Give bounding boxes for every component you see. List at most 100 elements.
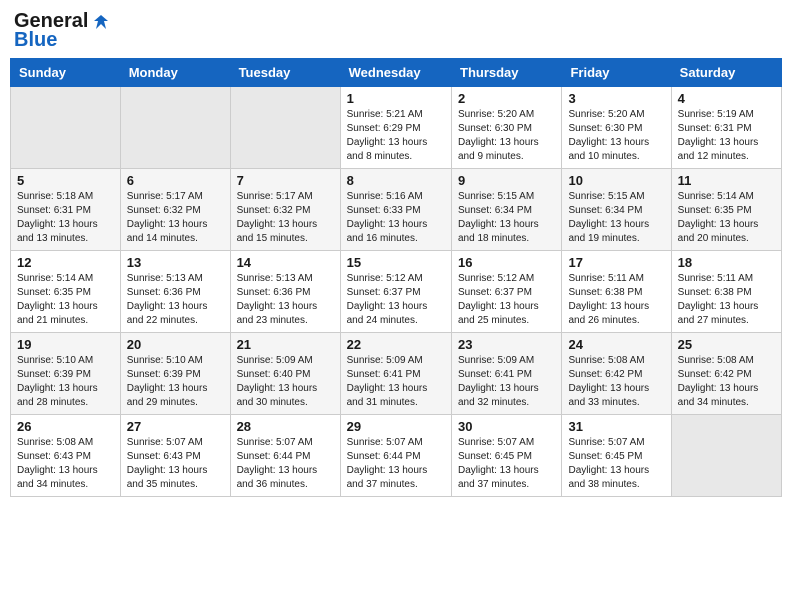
day-number: 15: [347, 255, 445, 270]
logo: General Blue: [14, 10, 112, 52]
day-info: Sunrise: 5:10 AM Sunset: 6:39 PM Dayligh…: [17, 354, 114, 410]
day-cell: 28Sunrise: 5:07 AM Sunset: 6:44 PM Dayli…: [230, 415, 340, 497]
page-header: General Blue: [10, 10, 782, 52]
day-info: Sunrise: 5:20 AM Sunset: 6:30 PM Dayligh…: [568, 108, 664, 164]
day-cell: 3 Sunrise: 5:20 AM Sunset: 6:30 PM Daylig…: [562, 87, 671, 169]
week-row-4: 19 Sunrise: 5:10 AM Sunset: 6:39 PM Dayli…: [11, 333, 782, 415]
day-info: Sunrise: 5:10 AM Sunset: 6:39 PM Dayligh…: [127, 354, 224, 410]
day-number: 24: [568, 337, 664, 352]
day-number: 18: [678, 255, 775, 270]
day-number: 1: [347, 91, 445, 106]
day-number: 16: [458, 255, 555, 270]
day-cell: 30 Sunrise: 5:07 AM Sunset: 6:45 PM Dayli…: [452, 415, 562, 497]
day-info: Sunrise: 5:08 AM Sunset: 6:42 PM Dayligh…: [568, 354, 664, 410]
day-info: Sunrise: 5:19 AM Sunset: 6:31 PM Dayligh…: [678, 108, 775, 164]
day-info: Sunrise: 5:07 AM Sunset: 6:44 PM Dayligh…: [237, 436, 334, 492]
day-number: 22: [347, 337, 445, 352]
day-cell: 20Sunrise: 5:10 AM Sunset: 6:39 PM Dayli…: [120, 333, 230, 415]
day-number: 19: [17, 337, 114, 352]
day-info: Sunrise: 5:15 AM Sunset: 6:34 PM Dayligh…: [568, 190, 664, 246]
header-day-sunday: Sunday: [11, 59, 121, 87]
day-info: Sunrise: 5:08 AM Sunset: 6:43 PM Dayligh…: [17, 436, 114, 492]
day-cell: 1 Sunrise: 5:21 AM Sunset: 6:29 PM Daylig…: [340, 87, 451, 169]
day-number: 27: [127, 419, 224, 434]
day-number: 3: [568, 91, 664, 106]
day-cell: 27 Sunrise: 5:07 AM Sunset: 6:43 PM Dayli…: [120, 415, 230, 497]
day-cell: 18 Sunrise: 5:11 AM Sunset: 6:38 PM Dayli…: [671, 251, 781, 333]
day-cell: 21 Sunrise: 5:09 AM Sunset: 6:40 PM Dayli…: [230, 333, 340, 415]
day-cell: 19 Sunrise: 5:10 AM Sunset: 6:39 PM Dayli…: [11, 333, 121, 415]
day-number: 6: [127, 173, 224, 188]
day-info: Sunrise: 5:07 AM Sunset: 6:43 PM Dayligh…: [127, 436, 224, 492]
day-info: Sunrise: 5:17 AM Sunset: 6:32 PM Dayligh…: [237, 190, 334, 246]
day-info: Sunrise: 5:07 AM Sunset: 6:45 PM Dayligh…: [458, 436, 555, 492]
header-day-friday: Friday: [562, 59, 671, 87]
header-day-wednesday: Wednesday: [340, 59, 451, 87]
day-cell: 12 Sunrise: 5:14 AM Sunset: 6:35 PM Dayli…: [11, 251, 121, 333]
day-number: 17: [568, 255, 664, 270]
day-cell: 11Sunrise: 5:14 AM Sunset: 6:35 PM Dayli…: [671, 169, 781, 251]
day-info: Sunrise: 5:08 AM Sunset: 6:42 PM Dayligh…: [678, 354, 775, 410]
day-info: Sunrise: 5:13 AM Sunset: 6:36 PM Dayligh…: [237, 272, 334, 328]
day-info: Sunrise: 5:14 AM Sunset: 6:35 PM Dayligh…: [17, 272, 114, 328]
day-cell: 10 Sunrise: 5:15 AM Sunset: 6:34 PM Dayli…: [562, 169, 671, 251]
day-info: Sunrise: 5:07 AM Sunset: 6:45 PM Dayligh…: [568, 436, 664, 492]
day-cell: 29Sunrise: 5:07 AM Sunset: 6:44 PM Dayli…: [340, 415, 451, 497]
day-cell: 16 Sunrise: 5:12 AM Sunset: 6:37 PM Dayli…: [452, 251, 562, 333]
day-number: 30: [458, 419, 555, 434]
day-info: Sunrise: 5:12 AM Sunset: 6:37 PM Dayligh…: [458, 272, 555, 328]
day-cell: 25Sunrise: 5:08 AM Sunset: 6:42 PM Dayli…: [671, 333, 781, 415]
logo-blue: Blue: [14, 29, 57, 52]
header-row: SundayMondayTuesdayWednesdayThursdayFrid…: [11, 59, 782, 87]
day-cell: [11, 87, 121, 169]
week-row-2: 5 Sunrise: 5:18 AM Sunset: 6:31 PM Daylig…: [11, 169, 782, 251]
day-number: 23: [458, 337, 555, 352]
day-number: 13: [127, 255, 224, 270]
day-cell: 14 Sunrise: 5:13 AM Sunset: 6:36 PM Dayli…: [230, 251, 340, 333]
day-info: Sunrise: 5:21 AM Sunset: 6:29 PM Dayligh…: [347, 108, 445, 164]
day-info: Sunrise: 5:15 AM Sunset: 6:34 PM Dayligh…: [458, 190, 555, 246]
logo-bird-icon: [90, 11, 112, 33]
day-number: 7: [237, 173, 334, 188]
day-number: 21: [237, 337, 334, 352]
day-info: Sunrise: 5:11 AM Sunset: 6:38 PM Dayligh…: [678, 272, 775, 328]
day-cell: 13 Sunrise: 5:13 AM Sunset: 6:36 PM Dayli…: [120, 251, 230, 333]
day-info: Sunrise: 5:14 AM Sunset: 6:35 PM Dayligh…: [678, 190, 775, 246]
day-cell: [671, 415, 781, 497]
day-number: 29: [347, 419, 445, 434]
day-info: Sunrise: 5:20 AM Sunset: 6:30 PM Dayligh…: [458, 108, 555, 164]
day-cell: [120, 87, 230, 169]
calendar-table: SundayMondayTuesdayWednesdayThursdayFrid…: [10, 58, 782, 497]
header-day-saturday: Saturday: [671, 59, 781, 87]
day-info: Sunrise: 5:09 AM Sunset: 6:40 PM Dayligh…: [237, 354, 334, 410]
day-cell: 17 Sunrise: 5:11 AM Sunset: 6:38 PM Dayli…: [562, 251, 671, 333]
day-number: 31: [568, 419, 664, 434]
header-day-tuesday: Tuesday: [230, 59, 340, 87]
day-number: 4: [678, 91, 775, 106]
day-number: 12: [17, 255, 114, 270]
day-number: 10: [568, 173, 664, 188]
day-number: 14: [237, 255, 334, 270]
day-info: Sunrise: 5:12 AM Sunset: 6:37 PM Dayligh…: [347, 272, 445, 328]
day-number: 5: [17, 173, 114, 188]
day-number: 26: [17, 419, 114, 434]
day-cell: 26 Sunrise: 5:08 AM Sunset: 6:43 PM Dayli…: [11, 415, 121, 497]
day-cell: 22 Sunrise: 5:09 AM Sunset: 6:41 PM Dayli…: [340, 333, 451, 415]
header-day-thursday: Thursday: [452, 59, 562, 87]
day-cell: 7 Sunrise: 5:17 AM Sunset: 6:32 PM Daylig…: [230, 169, 340, 251]
day-cell: [230, 87, 340, 169]
day-cell: 6Sunrise: 5:17 AM Sunset: 6:32 PM Daylig…: [120, 169, 230, 251]
header-day-monday: Monday: [120, 59, 230, 87]
week-row-5: 26 Sunrise: 5:08 AM Sunset: 6:43 PM Dayli…: [11, 415, 782, 497]
day-cell: 4 Sunrise: 5:19 AM Sunset: 6:31 PM Daylig…: [671, 87, 781, 169]
day-info: Sunrise: 5:13 AM Sunset: 6:36 PM Dayligh…: [127, 272, 224, 328]
day-info: Sunrise: 5:09 AM Sunset: 6:41 PM Dayligh…: [347, 354, 445, 410]
week-row-1: 1 Sunrise: 5:21 AM Sunset: 6:29 PM Daylig…: [11, 87, 782, 169]
day-cell: 8Sunrise: 5:16 AM Sunset: 6:33 PM Daylig…: [340, 169, 451, 251]
day-number: 9: [458, 173, 555, 188]
day-cell: 24 Sunrise: 5:08 AM Sunset: 6:42 PM Dayli…: [562, 333, 671, 415]
day-cell: 31 Sunrise: 5:07 AM Sunset: 6:45 PM Dayli…: [562, 415, 671, 497]
day-info: Sunrise: 5:18 AM Sunset: 6:31 PM Dayligh…: [17, 190, 114, 246]
day-number: 8: [347, 173, 445, 188]
day-info: Sunrise: 5:11 AM Sunset: 6:38 PM Dayligh…: [568, 272, 664, 328]
